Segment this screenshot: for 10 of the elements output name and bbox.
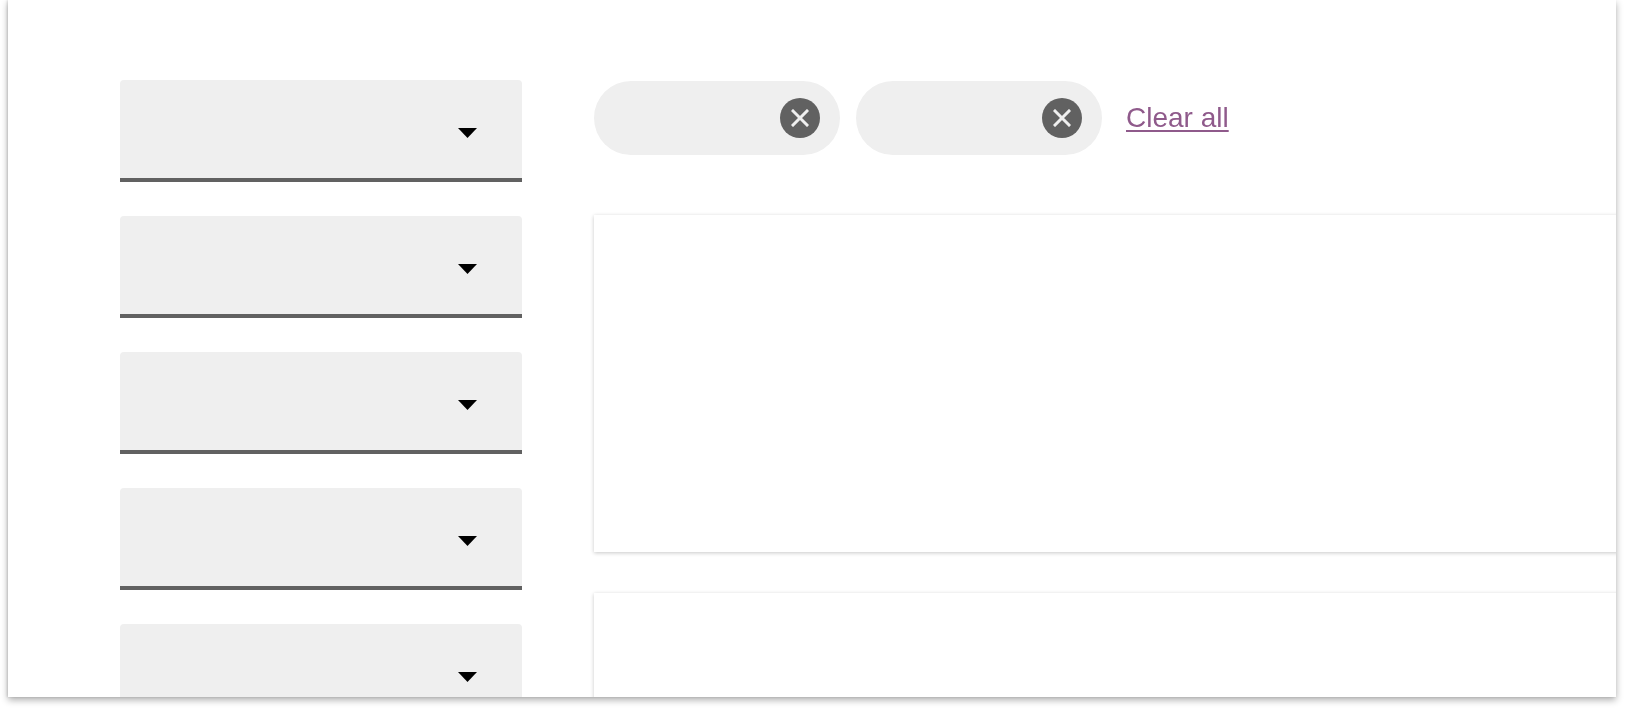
select-field[interactable]: [120, 624, 522, 697]
close-icon: [1053, 109, 1071, 127]
close-icon: [791, 109, 809, 127]
select-field[interactable]: [120, 352, 522, 454]
remove-button[interactable]: [780, 98, 820, 138]
select-field[interactable]: [120, 80, 522, 182]
select-field[interactable]: [120, 216, 522, 318]
select-field[interactable]: [120, 488, 522, 590]
clear-all-link[interactable]: Clear all: [1126, 100, 1229, 136]
remove-button[interactable]: [1042, 98, 1082, 138]
